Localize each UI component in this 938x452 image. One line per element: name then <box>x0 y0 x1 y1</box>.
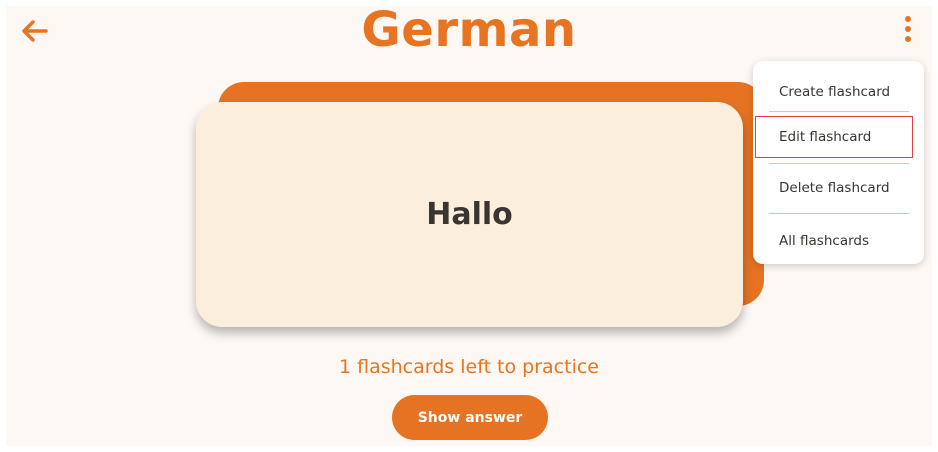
more-menu-button[interactable] <box>896 12 920 46</box>
more-vertical-icon <box>905 16 911 22</box>
menu-divider <box>769 111 909 112</box>
menu-item-delete-flashcard[interactable]: Delete flashcard <box>753 165 924 211</box>
options-dropdown-menu: Create flashcard Edit flashcard Delete f… <box>753 61 924 264</box>
menu-divider <box>769 163 909 164</box>
flashcard[interactable]: Hallo <box>196 102 743 327</box>
menu-item-all-flashcards[interactable]: All flashcards <box>753 218 924 264</box>
show-answer-button[interactable]: Show answer <box>392 395 548 440</box>
menu-item-edit-flashcard[interactable]: Edit flashcard <box>753 114 924 160</box>
page-title: German <box>361 6 577 58</box>
menu-divider <box>769 213 909 214</box>
remaining-count-text: 1 flashcards left to practice <box>339 356 599 378</box>
app-screen: German Hallo 1 flashcards left to practi… <box>6 6 932 446</box>
menu-item-create-flashcard[interactable]: Create flashcard <box>753 69 924 115</box>
flashcard-word: Hallo <box>426 197 513 232</box>
